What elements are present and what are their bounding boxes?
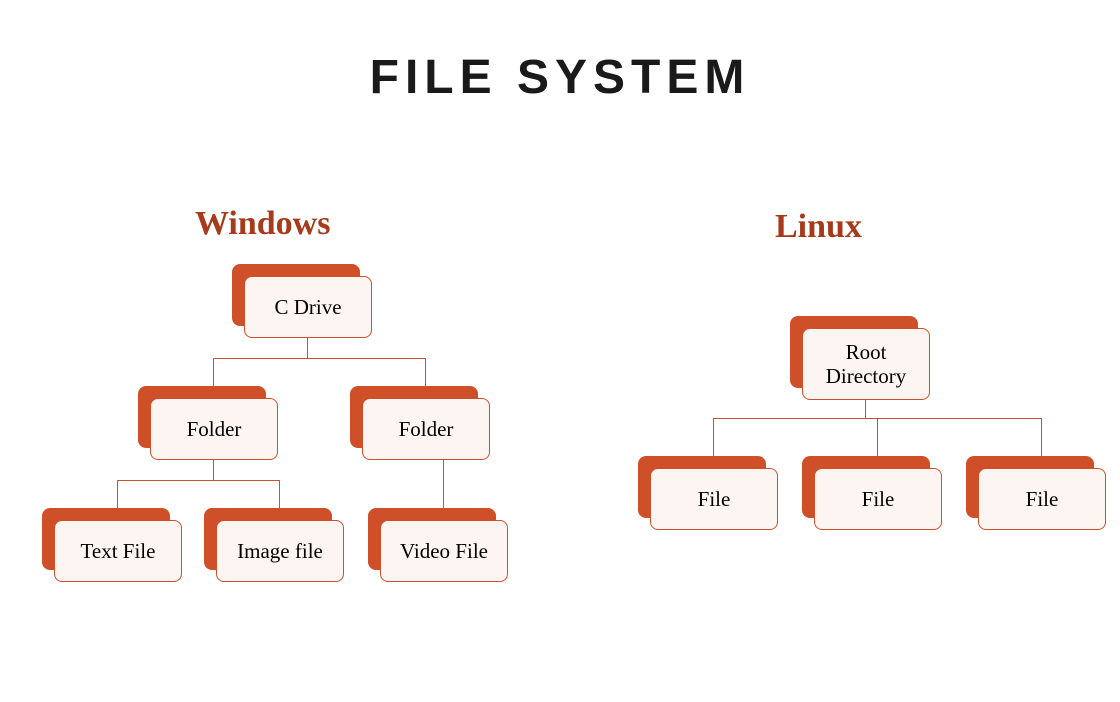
connector <box>213 460 214 480</box>
node-label: File <box>650 468 778 530</box>
node-root-directory: Root Directory <box>802 328 930 400</box>
connector <box>213 358 425 359</box>
connector <box>443 460 444 508</box>
node-label: Folder <box>362 398 490 460</box>
node-file-3: File <box>978 468 1106 530</box>
node-label: Text File <box>54 520 182 582</box>
node-image-file: Image file <box>216 520 344 582</box>
linux-heading: Linux <box>775 208 862 246</box>
connector <box>213 358 214 386</box>
connector <box>307 338 308 358</box>
connector <box>877 418 878 456</box>
connector <box>117 480 118 508</box>
connector <box>1041 418 1042 456</box>
connector <box>279 480 280 508</box>
node-label: C Drive <box>244 276 372 338</box>
node-label: Root Directory <box>802 328 930 400</box>
node-label: Video File <box>380 520 508 582</box>
node-label: File <box>814 468 942 530</box>
node-folder-2: Folder <box>362 398 490 460</box>
node-folder-1: Folder <box>150 398 278 460</box>
node-video-file: Video File <box>380 520 508 582</box>
node-c-drive: C Drive <box>244 276 372 338</box>
node-file-1: File <box>650 468 778 530</box>
node-label: Folder <box>150 398 278 460</box>
node-label: File <box>978 468 1106 530</box>
node-file-2: File <box>814 468 942 530</box>
page-title: FILE SYSTEM <box>0 50 1120 105</box>
connector <box>425 358 426 386</box>
windows-heading: Windows <box>195 205 330 243</box>
connector <box>713 418 714 456</box>
node-text-file: Text File <box>54 520 182 582</box>
node-label: Image file <box>216 520 344 582</box>
connector <box>865 400 866 418</box>
connector <box>117 480 279 481</box>
